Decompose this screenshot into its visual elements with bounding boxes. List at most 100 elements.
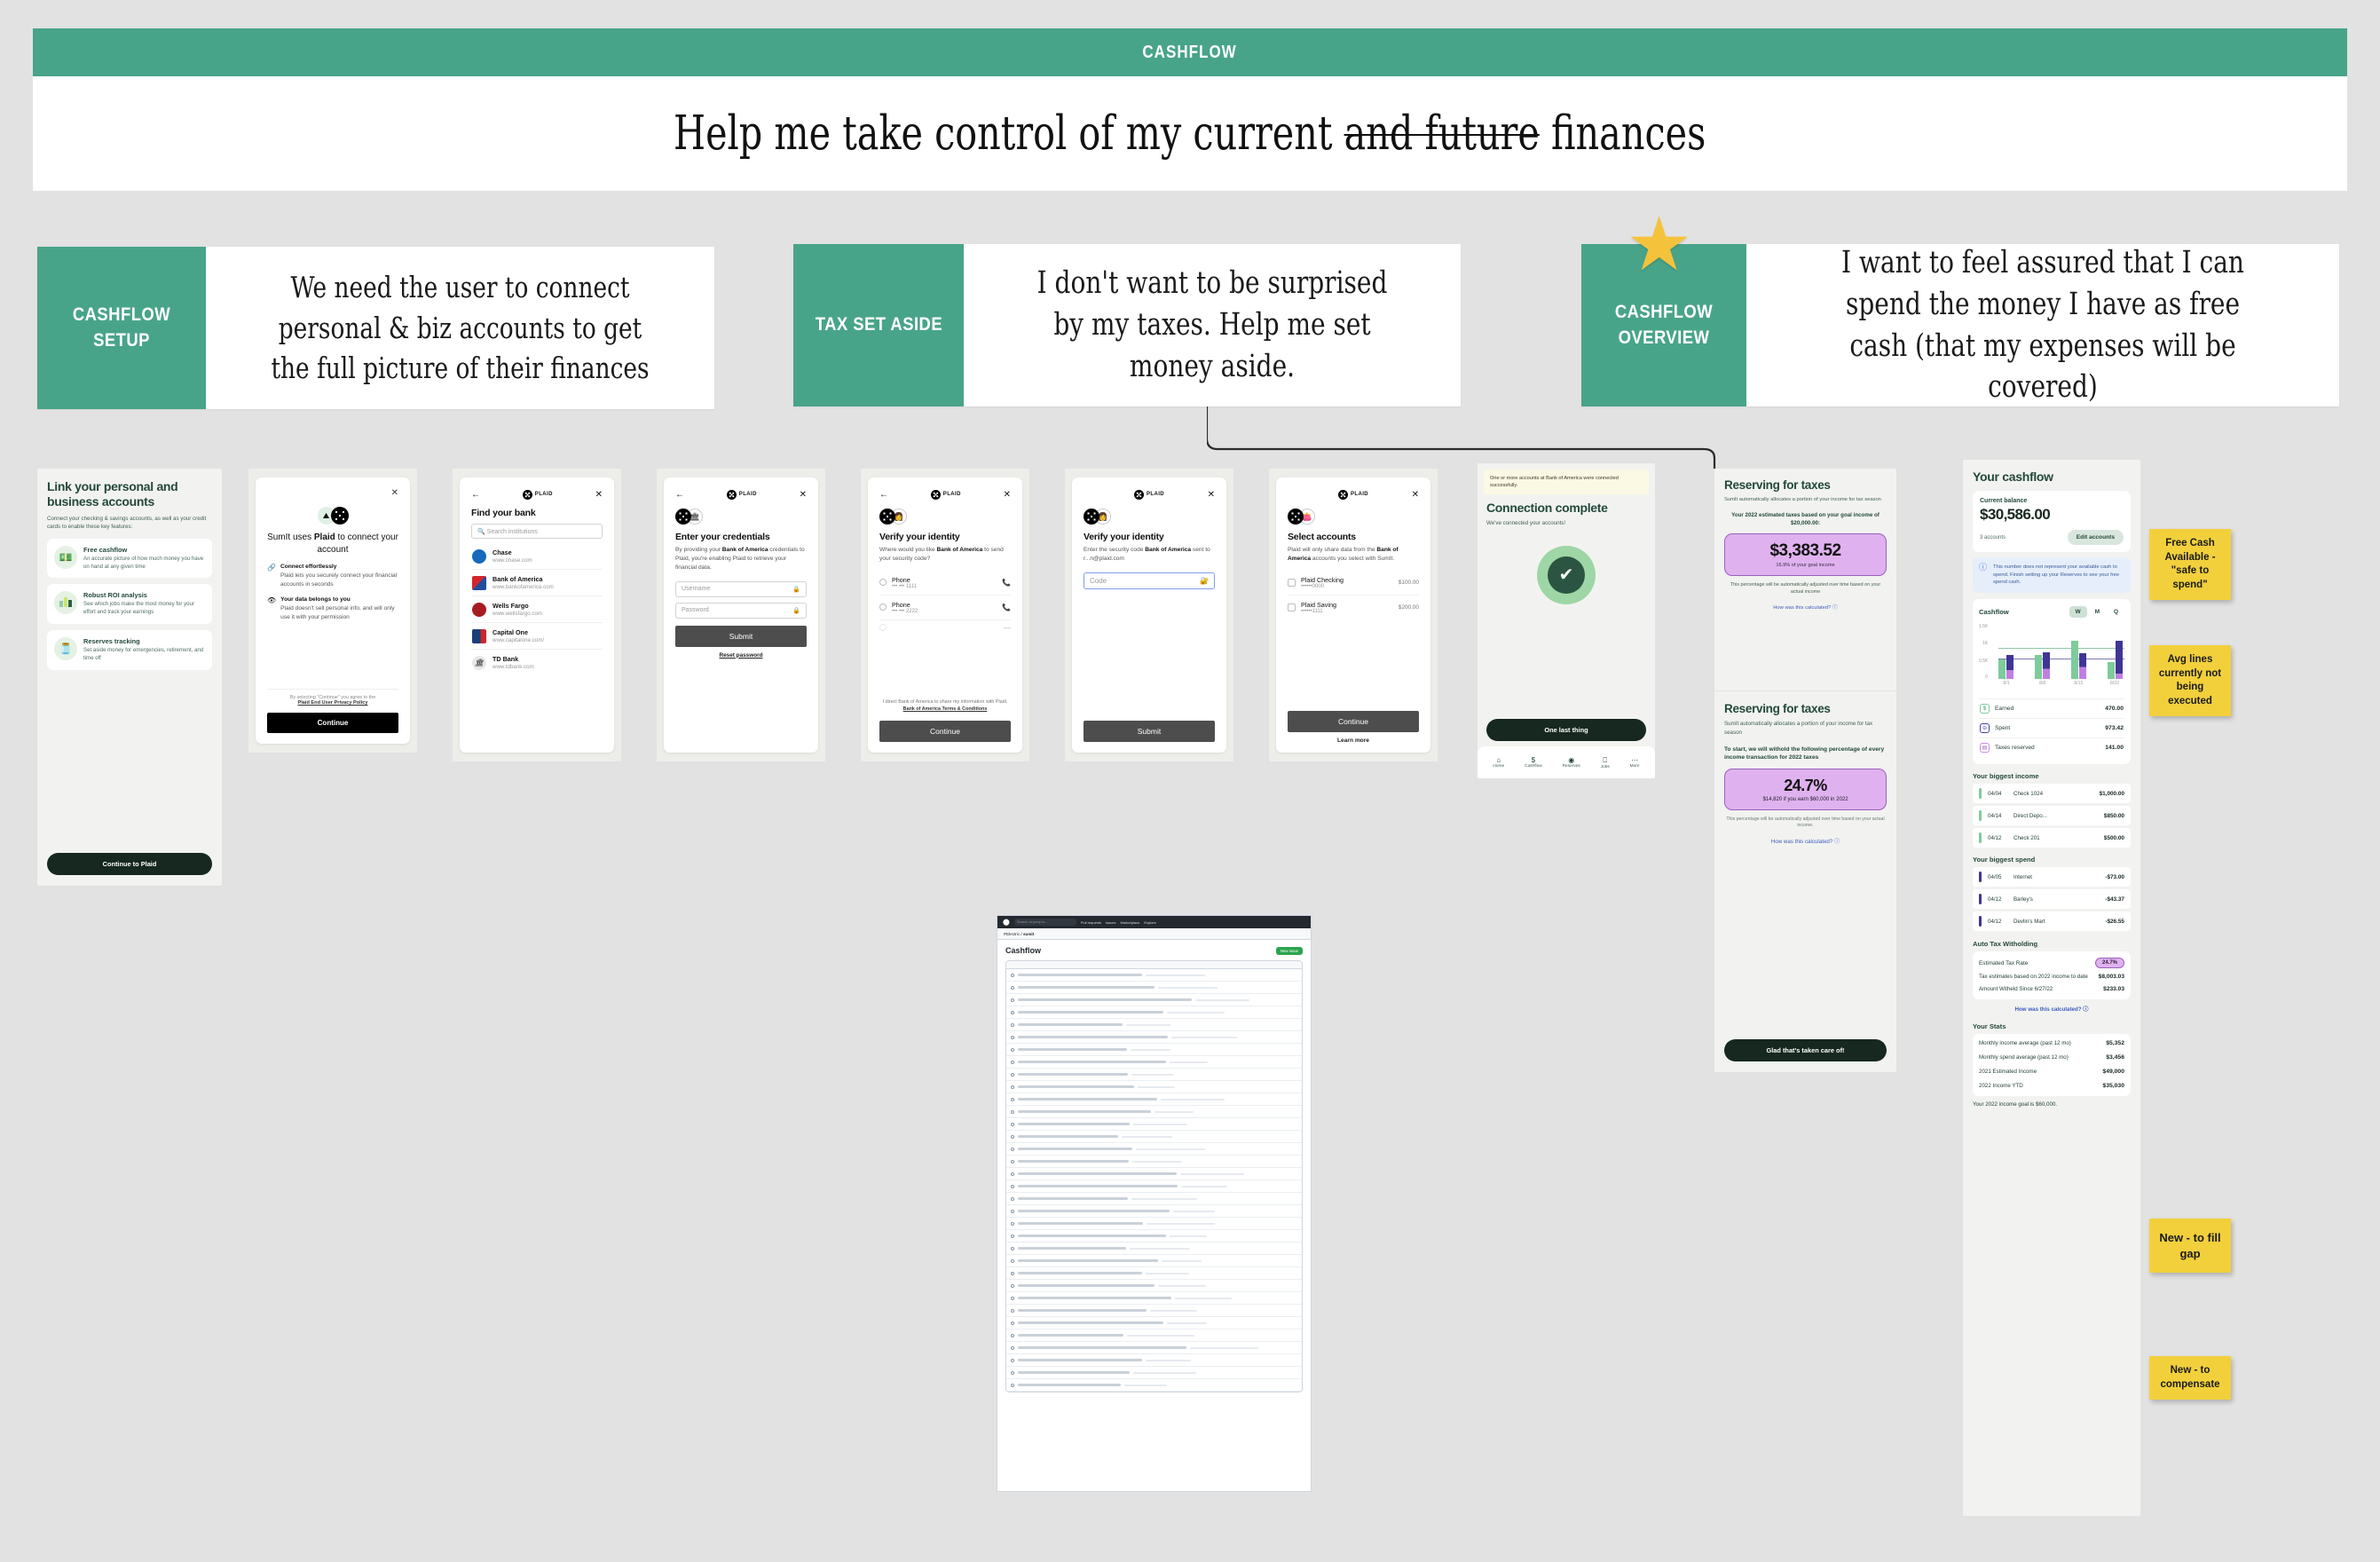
- income-row[interactable]: 04/14 Direct Depo... $850.00: [1973, 806, 2131, 825]
- github-issue-row[interactable]: [1006, 1379, 1302, 1392]
- close-icon[interactable]: ✕: [1004, 490, 1011, 500]
- close-icon[interactable]: ✕: [595, 490, 603, 500]
- github-issue-row[interactable]: [1006, 1230, 1302, 1242]
- spend-row[interactable]: 04/12 Devlin's Mart -$26.55: [1973, 911, 2131, 931]
- continue-button[interactable]: Continue: [267, 713, 398, 733]
- new-issue-button[interactable]: New issue: [1276, 947, 1303, 955]
- github-issue-row[interactable]: [1006, 1367, 1302, 1379]
- username-field[interactable]: Username 🔒: [675, 581, 807, 597]
- github-issue-row[interactable]: [1006, 1131, 1302, 1143]
- github-issue-row[interactable]: [1006, 994, 1302, 1006]
- github-issue-row[interactable]: [1006, 1292, 1302, 1305]
- github-issue-row[interactable]: [1006, 1205, 1302, 1218]
- github-issue-row[interactable]: [1006, 1019, 1302, 1031]
- nav-item-reserves[interactable]: ◉ Reserves: [1563, 756, 1580, 769]
- radio-button[interactable]: [879, 579, 887, 586]
- github-tab-marketplace[interactable]: Marketplace: [1121, 920, 1140, 925]
- close-icon[interactable]: ✕: [1208, 490, 1215, 500]
- spend-row[interactable]: 04/05 Internet -$73.00: [1973, 867, 2131, 887]
- bank-list-item[interactable]: Chase www.chase.com: [471, 543, 603, 570]
- github-issue-row[interactable]: [1006, 1280, 1302, 1292]
- range-m[interactable]: M: [2089, 606, 2106, 618]
- github-issue-row[interactable]: [1006, 1044, 1302, 1056]
- github-issue-row[interactable]: [1006, 1006, 1302, 1019]
- github-issue-row[interactable]: [1006, 1081, 1302, 1093]
- github-issue-row[interactable]: [1006, 1143, 1302, 1156]
- checkbox[interactable]: [1288, 579, 1296, 587]
- account-row[interactable]: Plaid Checking ••••••0000 $100.00: [1288, 571, 1419, 596]
- continue-button[interactable]: Continue: [1288, 711, 1419, 732]
- search-input[interactable]: 🔍 Search institutions: [471, 524, 603, 539]
- bank-list-item[interactable]: Wells Fargo www.wellsfargo.com: [471, 596, 603, 623]
- sticky-note-free-cash[interactable]: Free Cash Available - "safe to spend": [2149, 529, 2231, 600]
- nav-item-jobs[interactable]: ⎕ Jobs: [1601, 756, 1610, 769]
- how-calculated-link[interactable]: How was this calculated? ⓘ: [1724, 837, 1887, 845]
- phone-option[interactable]: Phone ••• ••• 1111 📞: [879, 571, 1011, 596]
- github-issue-row[interactable]: [1006, 969, 1302, 982]
- continue-button[interactable]: Continue: [879, 721, 1011, 742]
- continue-to-plaid-button[interactable]: Continue to Plaid: [47, 853, 212, 875]
- bank-list-item[interactable]: 🏛 TD Bank www.tdbank.com: [471, 650, 603, 675]
- github-issue-row[interactable]: [1006, 1329, 1302, 1342]
- github-issue-row[interactable]: [1006, 1342, 1302, 1354]
- reset-password-link[interactable]: Reset password: [675, 652, 807, 659]
- nav-item-home[interactable]: ⌂ Home: [1493, 756, 1504, 769]
- edit-accounts-button[interactable]: Edit accounts: [2068, 530, 2124, 545]
- github-issue-row[interactable]: [1006, 1255, 1302, 1267]
- github-issue-row[interactable]: [1006, 1118, 1302, 1131]
- back-arrow-icon[interactable]: ←: [675, 490, 684, 500]
- github-issue-row[interactable]: [1006, 1354, 1302, 1367]
- income-row[interactable]: 04/04 Check 1024 $1,000.00: [1973, 784, 2131, 803]
- account-row[interactable]: Plaid Saving ••••••1111 $200.00: [1288, 596, 1419, 619]
- github-issue-row[interactable]: [1006, 1069, 1302, 1081]
- bank-list-item[interactable]: Capital One www.capitalone.com/: [471, 623, 603, 650]
- bank-list-item[interactable]: Bank of America www.bankofamerica.com: [471, 570, 603, 596]
- code-input[interactable]: Code 🔐: [1084, 572, 1215, 589]
- close-icon[interactable]: ✕: [800, 490, 807, 500]
- github-issue-row[interactable]: [1006, 1156, 1302, 1168]
- sticky-note-new-compensate[interactable]: New - to compensate: [2149, 1356, 2231, 1400]
- github-issue-row[interactable]: [1006, 1180, 1302, 1193]
- terms-link[interactable]: Bank of America Terms & Conditions: [903, 706, 988, 712]
- spend-row[interactable]: 04/12 Barley's -$43.37: [1973, 889, 2131, 909]
- github-issue-row[interactable]: [1006, 1056, 1302, 1069]
- radio-button[interactable]: [879, 604, 887, 611]
- github-issue-row[interactable]: [1006, 982, 1302, 994]
- github-issue-row[interactable]: [1006, 1317, 1302, 1329]
- range-w[interactable]: W: [2069, 606, 2087, 618]
- privacy-policy-link[interactable]: Plaid End User Privacy Policy: [267, 700, 398, 706]
- how-calculated-link[interactable]: How was this calculated? ⓘ: [1724, 603, 1887, 611]
- radio-button[interactable]: [879, 624, 887, 631]
- submit-button[interactable]: Submit: [675, 626, 807, 647]
- withholding-how-calculated-link[interactable]: How was this calculated? ⓘ: [1973, 1005, 2131, 1013]
- sticky-note-avg-lines[interactable]: Avg lines currently not being executed: [2149, 645, 2231, 716]
- range-toggle[interactable]: W M Q: [2069, 606, 2124, 618]
- github-issue-row[interactable]: [1006, 1093, 1302, 1106]
- phone-option[interactable]: Phone ••• ••• 2222 📞: [879, 596, 1011, 620]
- close-icon[interactable]: ✕: [267, 488, 398, 498]
- github-tab-explore[interactable]: Explore: [1144, 920, 1156, 925]
- phone-option-partial[interactable]: —: [879, 620, 1011, 635]
- github-issue-row[interactable]: [1006, 1106, 1302, 1118]
- nav-item-more[interactable]: ⋯ More: [1630, 756, 1640, 769]
- github-issue-row[interactable]: [1006, 1267, 1302, 1280]
- github-issue-row[interactable]: [1006, 1218, 1302, 1230]
- learn-more-link[interactable]: Learn more: [1288, 738, 1419, 744]
- github-issue-row[interactable]: [1006, 1193, 1302, 1205]
- github-issue-row[interactable]: [1006, 1242, 1302, 1255]
- back-arrow-icon[interactable]: ←: [879, 490, 888, 500]
- submit-button[interactable]: Submit: [1084, 721, 1215, 742]
- github-tab-issues[interactable]: Issues: [1106, 920, 1116, 925]
- one-last-thing-button[interactable]: One last thing: [1486, 719, 1646, 741]
- sticky-note-new-fill-gap[interactable]: New - to fill gap: [2149, 1219, 2231, 1273]
- nav-item-cashflow[interactable]: $ Cashflow: [1525, 756, 1542, 769]
- password-field[interactable]: Password 🔒: [675, 603, 807, 619]
- github-tab-pull-requests[interactable]: Pull requests: [1081, 920, 1101, 925]
- close-icon[interactable]: ✕: [1412, 490, 1419, 500]
- back-arrow-icon[interactable]: ←: [471, 490, 480, 500]
- github-issue-row[interactable]: [1006, 1031, 1302, 1044]
- taken-care-of-button[interactable]: Glad that's taken care of!: [1724, 1039, 1887, 1061]
- github-issue-row[interactable]: [1006, 1305, 1302, 1317]
- range-q[interactable]: Q: [2108, 606, 2124, 618]
- github-issue-row[interactable]: [1006, 1168, 1302, 1180]
